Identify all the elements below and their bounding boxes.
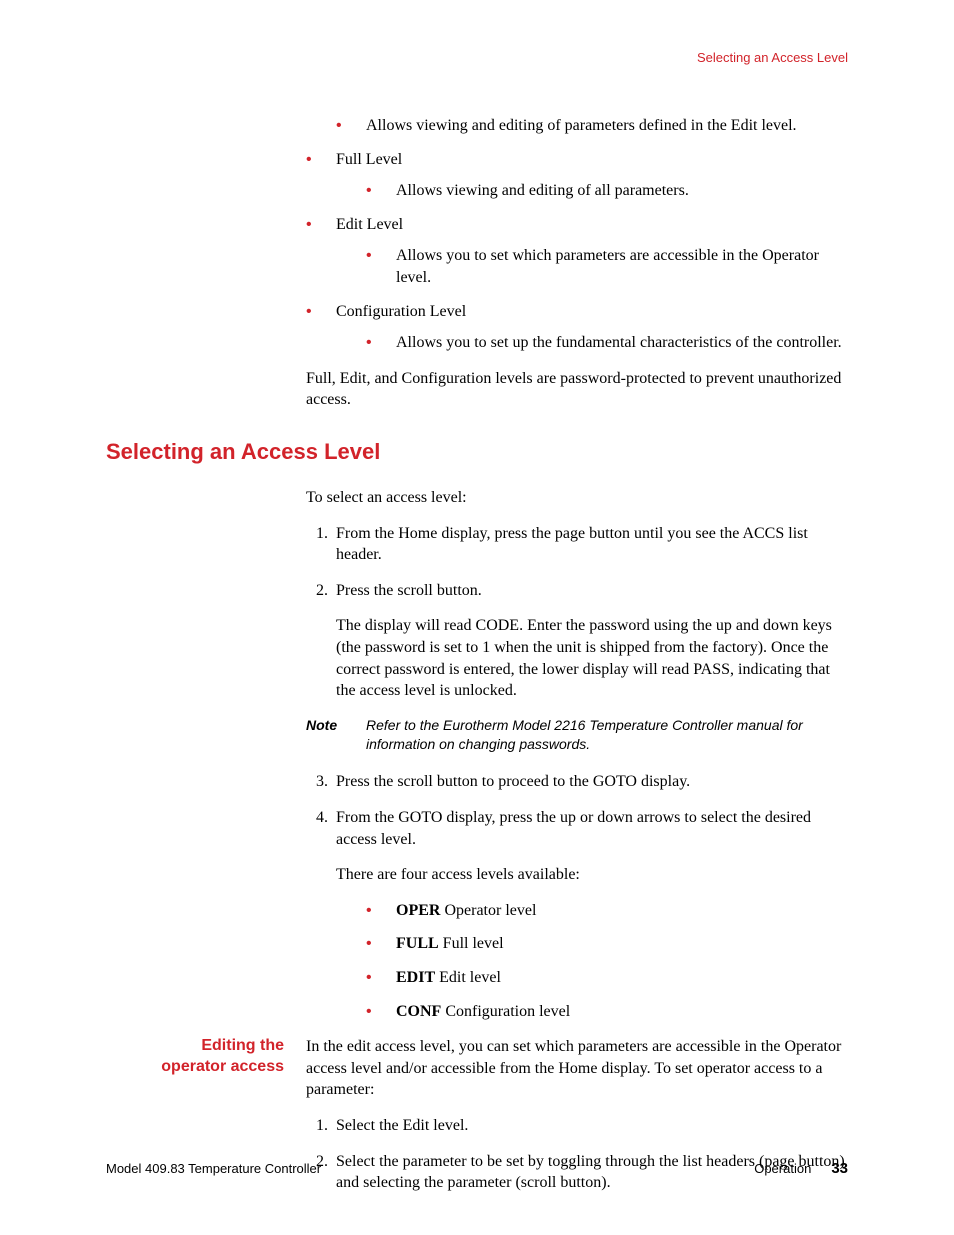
steps-list-cont: Press the scroll button to proceed to th… [306,771,848,1022]
section-intro: To select an access level: [306,487,848,509]
level-label: Configuration Level [336,303,466,320]
running-head: Selecting an Access Level [106,50,848,65]
level-label: Full Level [336,151,402,168]
level-sub-item: Allows viewing and editing of parameters… [336,115,848,137]
subsection-label-line1: Editing the [201,1037,284,1054]
code: EDIT [396,969,435,986]
level-label: Edit Level [336,216,403,233]
step-item: From the Home display, press the page bu… [332,523,848,566]
page-footer: Model 409.83 Temperature Controller Oper… [106,1160,848,1177]
step-text: From the GOTO display, press the up or d… [336,807,848,850]
footer-left: Model 409.83 Temperature Controller [106,1161,321,1176]
code-item: EDIT Edit level [366,967,848,989]
step-follow: The display will read CODE. Enter the pa… [336,615,848,701]
code: CONF [396,1003,441,1020]
level-item: Configuration Level Allows you to set up… [306,301,848,354]
code-desc: Full level [439,935,504,952]
level-sub-item: Allows you to set which parameters are a… [366,245,848,288]
note: Note Refer to the Eurotherm Model 2216 T… [306,716,848,754]
code-desc: Edit level [435,969,501,986]
code-desc: Configuration level [441,1003,570,1020]
step-text: Select the Edit level. [336,1115,848,1137]
code-item: CONF Configuration level [366,1001,848,1023]
level-item: Full Level Allows viewing and editing of… [306,149,848,202]
page: Selecting an Access Level Allows viewing… [0,0,954,1235]
level-sub-item: Allows viewing and editing of all parame… [366,180,848,202]
note-label: Note [306,716,366,754]
subsection: Editing the operator access In the edit … [106,1036,848,1208]
codes-list: OPER Operator level FULL Full level EDIT… [366,900,848,1022]
level-sub-item: Allows you to set up the fundamental cha… [366,332,848,354]
subsection-body: In the edit access level, you can set wh… [306,1036,848,1208]
level-item: Edit Level Allows you to set which param… [306,214,848,289]
step-item: Press the scroll button to proceed to th… [332,771,848,793]
code: OPER [396,902,440,919]
subsection-steps: Select the Edit level. Select the parame… [306,1115,848,1194]
steps-list: From the Home display, press the page bu… [306,523,848,702]
levels-block: Allows viewing and editing of parameters… [306,115,848,411]
step-text: Press the scroll button. [336,580,848,602]
step-item: Select the Edit level. [332,1115,848,1137]
step-item: From the GOTO display, press the up or d… [332,807,848,1022]
subsection-label-line2: operator access [161,1058,284,1075]
step-follow: There are four access levels available: [336,864,848,886]
code: FULL [396,935,439,952]
code-desc: Operator level [440,902,536,919]
step-text: Press the scroll button to proceed to th… [336,771,848,793]
section-heading: Selecting an Access Level [106,439,848,465]
note-text: Refer to the Eurotherm Model 2216 Temper… [366,716,848,754]
footer-section: Operation [754,1161,811,1176]
step-text: From the Home display, press the page bu… [336,523,848,566]
section-body: To select an access level: From the Home… [306,487,848,1022]
levels-tail: Full, Edit, and Configuration levels are… [306,368,848,411]
code-item: OPER Operator level [366,900,848,922]
subsection-intro: In the edit access level, you can set wh… [306,1036,848,1101]
subsection-label: Editing the operator access [106,1036,306,1208]
step-item: Press the scroll button. The display wil… [332,580,848,702]
footer-page-number: 33 [831,1160,848,1177]
code-item: FULL Full level [366,933,848,955]
